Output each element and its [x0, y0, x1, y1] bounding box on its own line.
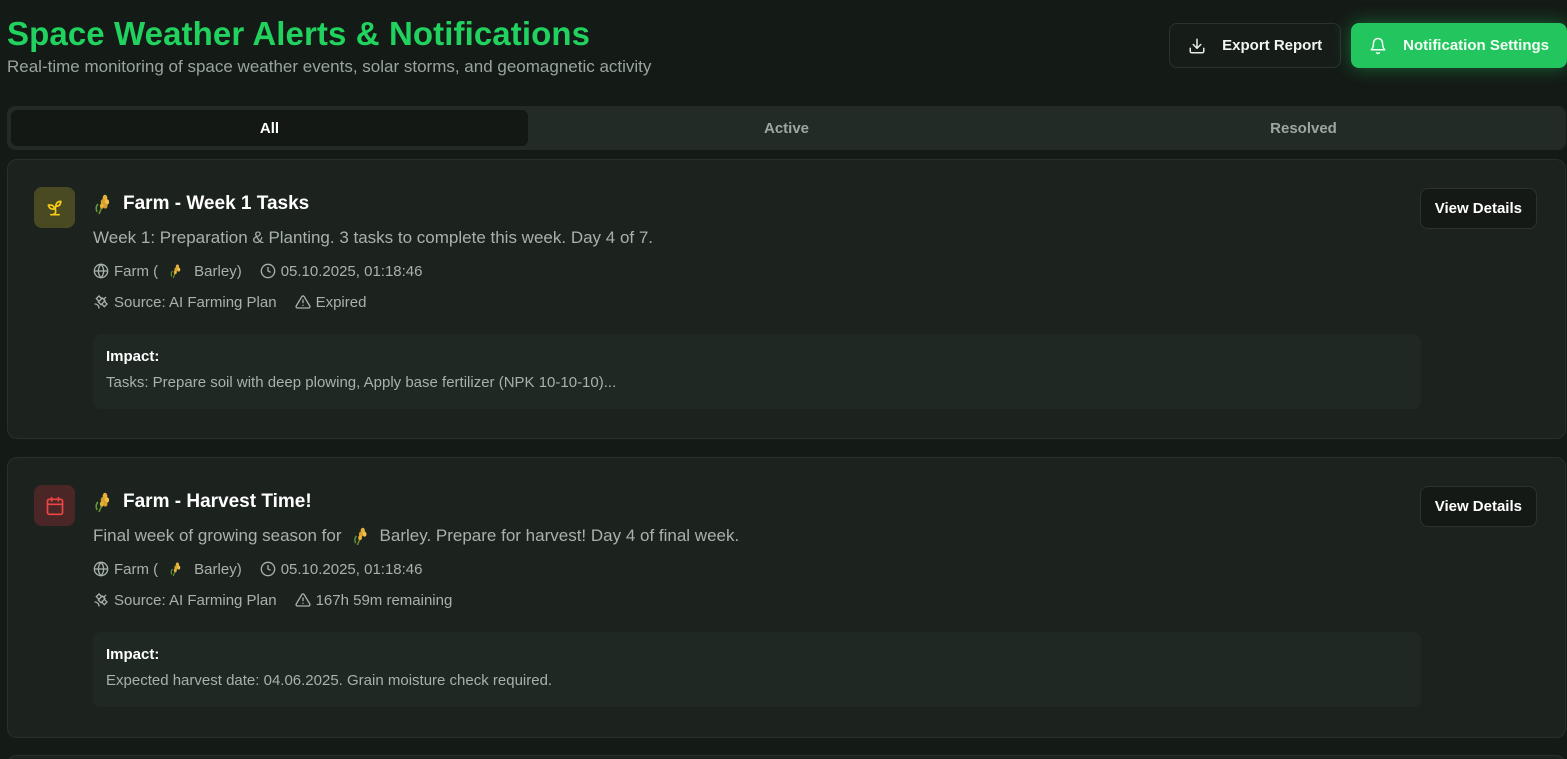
alert-location-crop: Barley): [194, 262, 242, 280]
impact-label: Impact:: [106, 646, 160, 663]
notification-settings-button[interactable]: Notification Settings: [1351, 23, 1567, 68]
impact-text: Expected harvest date: 04.06.2025. Grain…: [106, 672, 553, 689]
alert-location: Farm ( Barley): [93, 561, 242, 578]
alert-card: Farm - Harvest Time! Final week of growi…: [7, 457, 1566, 738]
alert-location: Farm ( Barley): [93, 263, 242, 280]
barley-icon: [169, 263, 183, 279]
alert-location-crop: Barley): [194, 560, 242, 578]
satellite-icon: [94, 593, 108, 607]
tab-active[interactable]: Active: [528, 110, 1045, 146]
warning-icon: [294, 295, 311, 309]
alert-description: Final week of growing season for Barley.…: [93, 526, 1421, 546]
header-actions: Export Report Notification Settings: [1169, 23, 1567, 68]
alert-meta-row: Source: AI Farming Plan 167h 59m remaini…: [93, 591, 1421, 609]
alerts-page: Space Weather Alerts & Notifications Rea…: [0, 0, 1567, 759]
alert-location-prefix: Farm (: [114, 560, 159, 578]
alert-title: Farm - Harvest Time!: [93, 488, 1421, 516]
alert-description-suffix: Barley. Prepare for harvest! Day 4 of fi…: [379, 526, 740, 545]
tab-all[interactable]: All: [11, 110, 528, 146]
view-details-button[interactable]: View Details: [1419, 188, 1537, 229]
alert-meta-row: Farm ( Barley) 05.10.2025, 01:18:46: [93, 560, 1421, 578]
page-header: Space Weather Alerts & Notifications Rea…: [7, 14, 1567, 84]
alert-description-prefix: Final week of growing season for: [93, 526, 342, 545]
export-report-label: Export Report: [1222, 37, 1323, 54]
tab-resolved[interactable]: Resolved: [1045, 110, 1562, 146]
satellite-icon: [94, 295, 108, 309]
view-details-button[interactable]: View Details: [1419, 486, 1537, 527]
calendar-icon: [34, 485, 75, 526]
notification-settings-label: Notification Settings: [1403, 37, 1549, 54]
barley-icon: [169, 561, 183, 577]
alert-description-text: Week 1: Preparation & Planting. 3 tasks …: [93, 228, 654, 247]
clock-icon: [260, 263, 276, 279]
globe-icon: [93, 561, 109, 577]
warning-icon: [294, 593, 311, 607]
alert-description: Week 1: Preparation & Planting. 3 tasks …: [93, 228, 1421, 248]
alert-timestamp-text: 05.10.2025, 01:18:46: [280, 262, 423, 280]
alert-title-text: Farm - Harvest Time!: [123, 491, 312, 512]
alert-title: Farm - Week 1 Tasks: [93, 190, 1421, 218]
alert-timestamp: 05.10.2025, 01:18:46: [260, 560, 423, 578]
alert-impact: Impact: Tasks: Prepare soil with deep pl…: [93, 334, 1421, 409]
alert-body: Farm - Week 1 Tasks Week 1: Preparation …: [93, 190, 1421, 409]
impact-label: Impact:: [106, 348, 160, 365]
alert-location-prefix: Farm (: [114, 262, 159, 280]
alert-card: Farm - Week 1 Tasks Week 1: Preparation …: [7, 159, 1566, 439]
alert-status-text: 167h 59m remaining: [315, 591, 453, 609]
barley-icon: [352, 526, 370, 546]
alert-status: Expired: [294, 293, 367, 311]
alert-timestamp: 05.10.2025, 01:18:46: [260, 262, 423, 280]
alert-source: Source: AI Farming Plan: [93, 294, 277, 311]
alert-status-text: Expired: [315, 293, 367, 311]
filter-tabs: All Active Resolved: [7, 106, 1566, 150]
alert-impact: Impact: Expected harvest date: 04.06.202…: [93, 632, 1421, 707]
alert-card-partial: [7, 755, 1566, 759]
clock-icon: [260, 561, 276, 577]
alert-timestamp-text: 05.10.2025, 01:18:46: [280, 560, 423, 578]
alert-status: 167h 59m remaining: [294, 591, 453, 609]
impact-text: Tasks: Prepare soil with deep plowing, A…: [106, 374, 617, 391]
barley-icon: [93, 491, 113, 513]
barley-icon: [93, 193, 113, 215]
globe-icon: [93, 263, 109, 279]
sprout-icon: [34, 187, 75, 228]
download-icon: [1189, 38, 1205, 53]
bell-icon: [1370, 37, 1386, 54]
alert-source-text: Source: AI Farming Plan: [114, 293, 277, 311]
export-report-button[interactable]: Export Report: [1169, 23, 1342, 68]
alert-source-text: Source: AI Farming Plan: [114, 591, 277, 609]
alert-body: Farm - Harvest Time! Final week of growi…: [93, 488, 1421, 707]
alert-source: Source: AI Farming Plan: [93, 592, 277, 609]
alert-title-text: Farm - Week 1 Tasks: [123, 193, 310, 214]
alert-meta-row: Farm ( Barley) 05.10.2025, 01:18:46: [93, 262, 1421, 280]
alert-meta-row: Source: AI Farming Plan Expired: [93, 293, 1421, 311]
